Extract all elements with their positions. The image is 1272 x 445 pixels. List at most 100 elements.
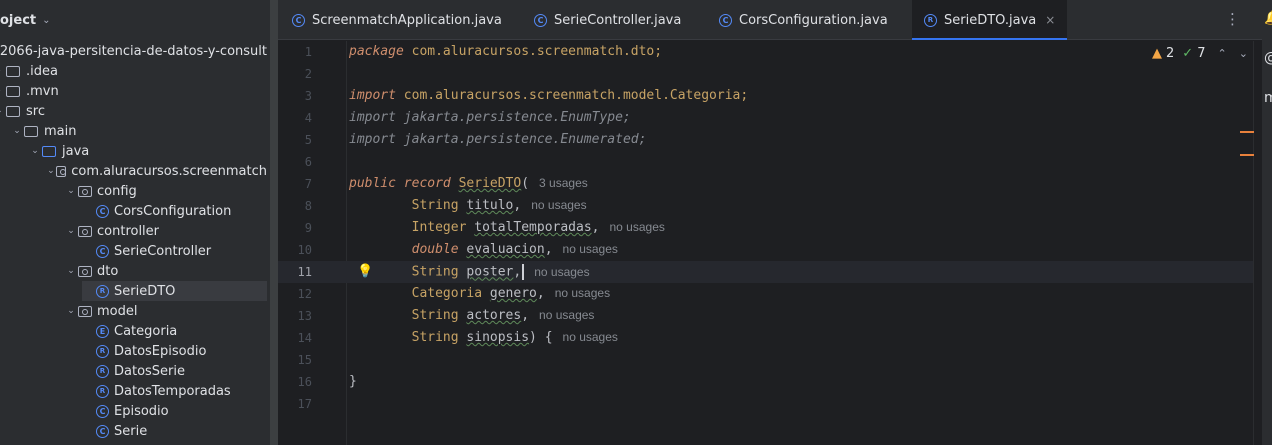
tree-item--idea[interactable]: ›.idea bbox=[0, 61, 267, 81]
tree-item-controller[interactable]: ⌄ controller bbox=[64, 221, 267, 241]
tree-item-seriedto[interactable]: R SerieDTO bbox=[82, 281, 267, 301]
code-line-11: String poster, no usages bbox=[349, 264, 590, 280]
tab-label: SerieController.java bbox=[554, 12, 682, 28]
usages-hint[interactable]: no usages bbox=[534, 265, 589, 279]
record-icon: R bbox=[96, 384, 109, 398]
tree-item-dto[interactable]: ⌄ dto bbox=[64, 261, 267, 281]
field-name: totalTemporadas bbox=[474, 220, 592, 235]
class-icon: C bbox=[96, 424, 109, 438]
chevron-up-icon[interactable]: ⌃ bbox=[1217, 47, 1226, 60]
chevron-down-icon[interactable]: ⌄ bbox=[10, 126, 24, 136]
project-title: oject bbox=[0, 12, 37, 28]
usages-hint[interactable]: no usages bbox=[531, 198, 586, 212]
tree-item-label: SerieDTO bbox=[114, 283, 176, 299]
tree-item-2066-java-persitencia-de-datos-y-consult[interactable]: 2066-java-persitencia-de-datos-y-consult bbox=[0, 41, 267, 61]
notifications-icon[interactable]: 🔔 bbox=[1264, 10, 1272, 26]
code-text: , bbox=[536, 286, 545, 301]
tree-item-categoria[interactable]: E Categoria bbox=[82, 321, 267, 341]
tree-item-corsconfiguration[interactable]: C CorsConfiguration bbox=[82, 201, 267, 221]
ai-assistant-icon[interactable]: @ bbox=[1264, 50, 1272, 66]
inspection-widget[interactable]: ▲ 2 ✓ 7 ⌃ ⌄ bbox=[1152, 46, 1248, 61]
tree-item-datostemporadas[interactable]: R DatosTemporadas bbox=[82, 381, 267, 401]
line-number: 8 bbox=[304, 199, 312, 213]
chevron-down-icon[interactable]: ⌄ bbox=[64, 226, 78, 236]
chevron-down-icon[interactable]: ⌄ bbox=[64, 306, 78, 316]
tree-item-config[interactable]: ⌄ config bbox=[64, 181, 267, 201]
field-name: genero bbox=[489, 286, 537, 301]
more-options-icon[interactable]: ⋮ bbox=[1225, 10, 1240, 28]
usages-hint[interactable]: no usages bbox=[563, 330, 618, 344]
maven-icon[interactable]: m bbox=[1264, 90, 1272, 106]
code-text: com.aluracursos.screenmatch.dto; bbox=[403, 44, 663, 59]
tree-item-java[interactable]: ⌄ java bbox=[28, 141, 267, 161]
package-icon bbox=[78, 265, 92, 277]
usages-hint[interactable]: no usages bbox=[609, 220, 664, 234]
type-name: String bbox=[411, 308, 459, 323]
panel-splitter[interactable] bbox=[270, 0, 278, 445]
keyword: record bbox=[403, 176, 451, 191]
line-number: 6 bbox=[304, 155, 312, 169]
chevron-down-icon[interactable]: ⌄ bbox=[64, 186, 78, 196]
usages-hint[interactable]: 3 usages bbox=[539, 176, 588, 190]
line-number: 16 bbox=[297, 375, 312, 389]
code-line-12: Categoria genero, no usages bbox=[349, 286, 610, 301]
keyword: double bbox=[411, 242, 459, 257]
tree-item-seriecontroller[interactable]: C SerieController bbox=[82, 241, 267, 261]
line-number: 10 bbox=[297, 243, 312, 257]
tab-serie-controller[interactable]: C SerieController.java bbox=[534, 0, 681, 40]
keyword: import bbox=[349, 88, 396, 103]
class-icon: C bbox=[719, 13, 732, 27]
chevron-down-icon[interactable]: ⌄ bbox=[1239, 47, 1248, 60]
chevron-down-icon[interactable]: ⌄ bbox=[28, 146, 42, 156]
warning-stripe[interactable] bbox=[1240, 154, 1254, 156]
tree-item-label: DatosSerie bbox=[114, 363, 186, 379]
tree-item-label: CorsConfiguration bbox=[114, 203, 232, 219]
line-number: 2 bbox=[304, 67, 312, 81]
chevron-down-icon[interactable]: ⌄ bbox=[46, 166, 56, 176]
code-text: Enumerated bbox=[560, 132, 639, 147]
line-number: 14 bbox=[297, 331, 312, 345]
tree-item-label: model bbox=[97, 303, 138, 319]
package-icon bbox=[55, 165, 67, 177]
line-number: 5 bbox=[304, 133, 312, 147]
tree-item-label: main bbox=[44, 123, 77, 139]
folder-icon bbox=[24, 125, 38, 137]
tree-item-main[interactable]: ⌄ main bbox=[10, 121, 267, 141]
keyword: package bbox=[349, 44, 404, 59]
tree-item--mvn[interactable]: ›.mvn bbox=[0, 81, 267, 101]
tree-item-model[interactable]: ⌄ model bbox=[64, 301, 267, 321]
usages-hint[interactable]: no usages bbox=[563, 242, 618, 256]
line-number-gutter bbox=[278, 41, 347, 445]
tab-serie-dto[interactable]: R SerieDTO.java × bbox=[912, 0, 1068, 40]
close-icon[interactable]: × bbox=[1045, 13, 1055, 27]
tree-item-datosepisodio[interactable]: R DatosEpisodio bbox=[82, 341, 267, 361]
line-number: 11 bbox=[297, 265, 312, 279]
tab-cors-configuration[interactable]: C CorsConfiguration.java bbox=[719, 0, 888, 40]
tree-item-com-aluracursos-screenmatch[interactable]: ⌄ com.aluracursos.screenmatch bbox=[46, 161, 267, 181]
folder-blue-icon bbox=[42, 145, 56, 157]
code-text: import jakarta.persistence. bbox=[349, 132, 561, 147]
chevron-down-icon[interactable]: ⌄ bbox=[42, 15, 50, 26]
record-icon: R bbox=[96, 364, 109, 378]
field-name: poster bbox=[466, 264, 514, 280]
line-number: 4 bbox=[304, 111, 312, 125]
tree-item-episodio[interactable]: C Episodio bbox=[82, 401, 267, 421]
warning-stripe[interactable] bbox=[1240, 131, 1254, 133]
code-line-13: String actores, no usages bbox=[349, 308, 595, 323]
tree-item-src[interactable]: ⌄src bbox=[0, 101, 267, 121]
code-line-10: double evaluacion, no usages bbox=[349, 242, 618, 257]
tree-item-label: dto bbox=[97, 263, 119, 279]
usages-hint[interactable]: no usages bbox=[539, 308, 594, 322]
chevron-down-icon[interactable]: ⌄ bbox=[64, 266, 78, 276]
tree-item-label: src bbox=[26, 103, 45, 119]
tab-screenmatch-application[interactable]: C ScreenmatchApplication.java bbox=[292, 0, 502, 40]
project-panel: oject ⌄ 2066-java-persitencia-de-datos-y… bbox=[0, 0, 270, 445]
tree-item-datosserie[interactable]: R DatosSerie bbox=[82, 361, 267, 381]
project-header[interactable]: oject ⌄ bbox=[0, 0, 270, 40]
tab-label: CorsConfiguration.java bbox=[739, 12, 888, 28]
code-line-8: String titulo, no usages bbox=[349, 198, 587, 213]
tree-item-serie[interactable]: C Serie bbox=[82, 421, 267, 441]
tree-item-label: java bbox=[62, 143, 90, 159]
usages-hint[interactable]: no usages bbox=[555, 286, 610, 300]
tree-item-label: .idea bbox=[26, 63, 58, 79]
